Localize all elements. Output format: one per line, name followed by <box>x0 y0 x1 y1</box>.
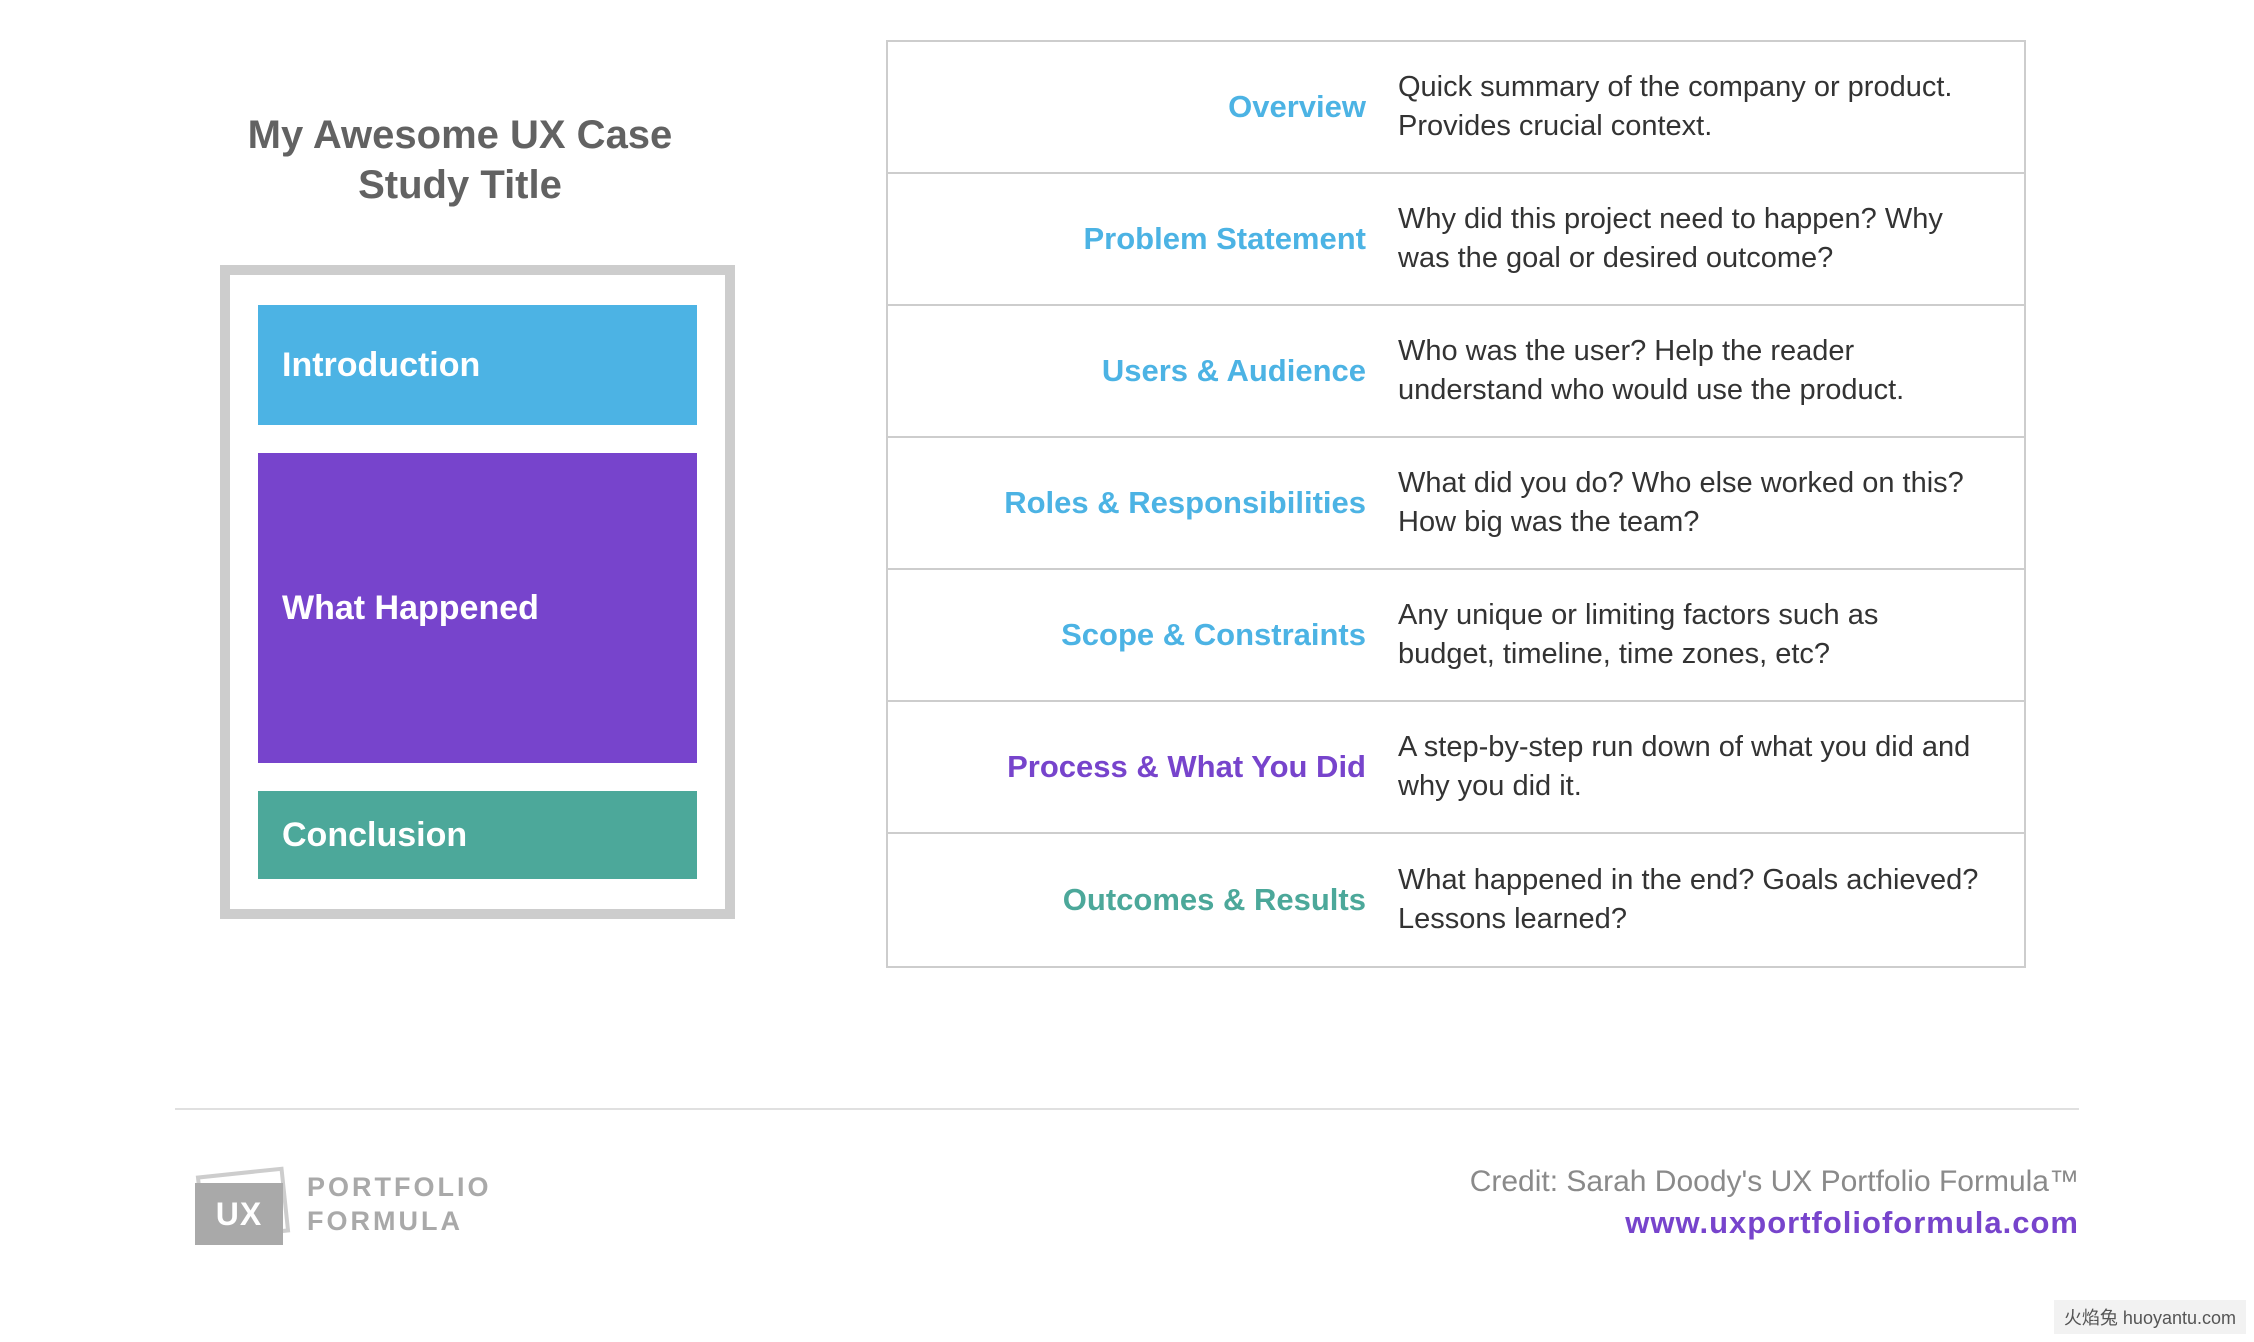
block-conclusion: Conclusion <box>258 791 697 879</box>
row-roles-responsibilities: Roles & Responsibilities What did you do… <box>888 438 2024 570</box>
row-problem-statement: Problem Statement Why did this project n… <box>888 174 2024 306</box>
logo-text: PORTFOLIO FORMULA <box>307 1171 492 1239</box>
right-panel: Overview Quick summary of the company or… <box>870 40 2254 968</box>
row-outcomes-desc: What happened in the end? Goals achieved… <box>1398 861 1982 939</box>
row-process-label: Process & What You Did <box>1007 749 1366 785</box>
case-study-title: My Awesome UX Case Study Title <box>220 110 700 210</box>
logo-block: UX PORTFOLIO FORMULA <box>195 1165 492 1245</box>
row-process-desc: A step-by-step run down of what you did … <box>1398 728 1982 806</box>
row-users-audience-label: Users & Audience <box>1102 353 1366 389</box>
row-problem-statement-desc: Why did this project need to happen? Why… <box>1398 200 1982 278</box>
row-overview: Overview Quick summary of the company or… <box>888 42 2024 174</box>
row-roles-responsibilities-desc: What did you do? Who else worked on this… <box>1398 464 1982 542</box>
block-introduction: Introduction <box>258 305 697 425</box>
left-panel: My Awesome UX Case Study Title Introduct… <box>0 40 870 968</box>
row-outcomes-results: Outcomes & Results What happened in the … <box>888 834 2024 966</box>
row-scope-constraints-label: Scope & Constraints <box>1061 617 1366 653</box>
credit-block: Credit: Sarah Doody's UX Portfolio Formu… <box>1470 1165 2079 1241</box>
block-what-happened-label: What Happened <box>282 589 539 628</box>
block-introduction-label: Introduction <box>282 346 480 385</box>
logo-line1: PORTFOLIO <box>307 1171 492 1205</box>
row-roles-responsibilities-label: Roles & Responsibilities <box>1004 485 1366 521</box>
credit-text: Credit: Sarah Doody's UX Portfolio Formu… <box>1470 1165 2079 1199</box>
row-overview-label: Overview <box>1228 89 1366 125</box>
watermark: 火焰兔 huoyantu.com <box>2054 1300 2246 1334</box>
row-scope-constraints: Scope & Constraints Any unique or limiti… <box>888 570 2024 702</box>
credit-url: www.uxportfolioformula.com <box>1470 1205 2079 1241</box>
row-overview-desc: Quick summary of the company or product.… <box>1398 68 1982 146</box>
block-what-happened: What Happened <box>258 453 697 763</box>
footer: UX PORTFOLIO FORMULA Credit: Sarah Doody… <box>195 1165 2079 1245</box>
logo-badge: UX <box>195 1183 283 1245</box>
logo-line2: FORMULA <box>307 1205 492 1239</box>
block-conclusion-label: Conclusion <box>282 816 467 855</box>
row-scope-constraints-desc: Any unique or limiting factors such as b… <box>1398 596 1982 674</box>
row-outcomes-label: Outcomes & Results <box>1063 882 1366 918</box>
row-users-audience: Users & Audience Who was the user? Help … <box>888 306 2024 438</box>
row-problem-statement-label: Problem Statement <box>1083 221 1366 257</box>
row-users-audience-desc: Who was the user? Help the reader unders… <box>1398 332 1982 410</box>
row-process-what-you-did: Process & What You Did A step-by-step ru… <box>888 702 2024 834</box>
info-table: Overview Quick summary of the company or… <box>886 40 2026 968</box>
diagram-frame: Introduction What Happened Conclusion <box>220 265 735 919</box>
footer-divider <box>175 1108 2079 1110</box>
logo-icon: UX <box>195 1165 295 1245</box>
